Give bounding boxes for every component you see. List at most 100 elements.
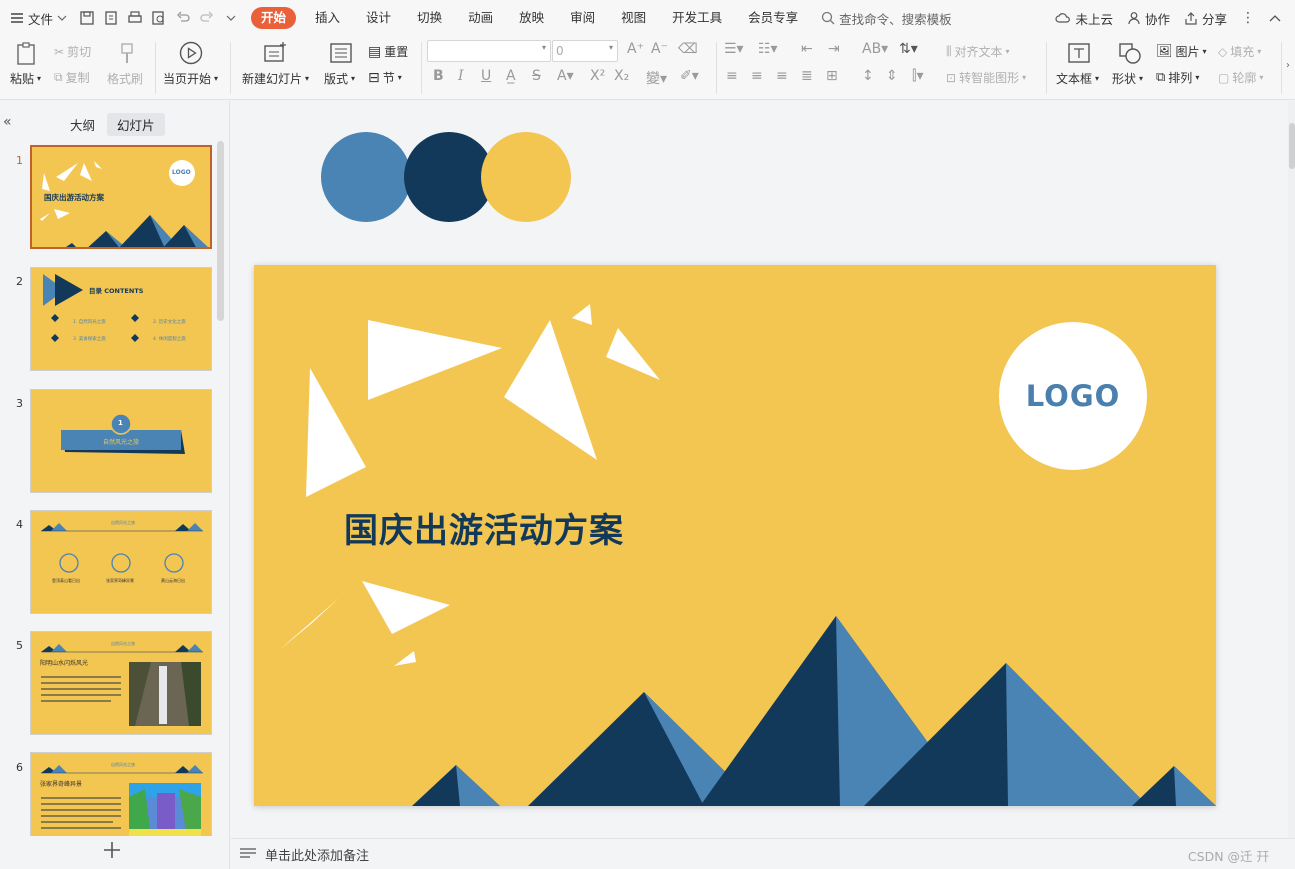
tab-home[interactable]: 开始 [251, 7, 297, 29]
slide-thumbnail-5[interactable]: 自然风光之旅 阳明山水闪烁风光 [30, 631, 212, 735]
align-right-icon[interactable]: ≡ [776, 68, 788, 84]
numbering-icon[interactable]: ☷▾ [758, 41, 778, 57]
increase-font-icon[interactable]: A⁺ [627, 41, 644, 57]
section-button[interactable]: ⊟ 节 ▾ [368, 69, 402, 86]
cut-button[interactable]: ✂ 剪切 [54, 43, 91, 60]
outline-button[interactable]: ▢ 轮廓 ▾ [1218, 69, 1263, 86]
subscript-icon[interactable]: X₂ [614, 68, 629, 84]
print-icon[interactable] [124, 7, 146, 29]
line-spacing-icon[interactable]: ↕ [862, 68, 874, 84]
print-preview-icon[interactable] [148, 7, 170, 29]
distribute-icon[interactable]: ⊞ [826, 68, 838, 84]
justify-icon[interactable]: ≣ [801, 68, 813, 84]
tab-design[interactable]: 设计 [353, 0, 404, 36]
white-triangle[interactable] [504, 320, 597, 460]
palette-swatch-navy[interactable] [404, 132, 494, 222]
italic-icon[interactable]: I [458, 68, 464, 84]
collapse-panel-icon[interactable]: « [3, 114, 12, 130]
tab-slides[interactable]: 幻灯片 [107, 113, 165, 136]
format-painter-icon[interactable] [114, 41, 140, 67]
new-slide-icon[interactable] [262, 40, 288, 66]
command-search[interactable]: 查找命令、搜索模板 [821, 9, 952, 28]
scrollbar-thumb[interactable] [1289, 123, 1295, 169]
tab-animations[interactable]: 动画 [455, 0, 506, 36]
white-triangle[interactable] [278, 597, 340, 651]
tab-developer[interactable]: 开发工具 [659, 0, 735, 36]
redo-icon[interactable] [196, 7, 218, 29]
palette-swatch-blue[interactable] [321, 132, 411, 222]
save-icon[interactable] [76, 7, 98, 29]
white-triangle[interactable] [394, 651, 416, 666]
shape-icon[interactable] [1117, 40, 1143, 66]
highlight-icon[interactable]: ✐▾ [680, 68, 699, 84]
slide-thumbnail-6[interactable]: 自然风光之旅 张家界奇峰异景 [30, 752, 212, 836]
tab-insert[interactable]: 插入 [302, 0, 353, 36]
collab-button[interactable]: 协作 [1127, 9, 1170, 28]
play-icon[interactable] [178, 40, 204, 66]
undo-icon[interactable] [172, 7, 194, 29]
tab-member[interactable]: 会员专享 [735, 0, 811, 36]
decrease-font-icon[interactable]: A⁻ [651, 41, 668, 57]
align-left-icon[interactable]: ≡ [726, 68, 738, 84]
export-pdf-icon[interactable] [100, 7, 122, 29]
tab-outline[interactable]: 大纲 [60, 113, 105, 136]
white-triangle[interactable] [306, 368, 366, 497]
slide-thumbnail-3[interactable]: 1 自然风光之旅 [30, 389, 212, 493]
fill-button[interactable]: ◇ 填充 ▾ [1218, 43, 1261, 60]
tab-slideshow[interactable]: 放映 [506, 0, 557, 36]
paragraph-spacing-icon[interactable]: ⇕ [886, 68, 898, 84]
sort-icon[interactable]: ⇅▾ [899, 41, 918, 57]
clear-format-icon[interactable]: ⌫ [678, 41, 698, 57]
format-painter-button[interactable]: 格式刷 [107, 70, 143, 87]
logo-placeholder[interactable]: LOGO [999, 322, 1147, 470]
columns-icon[interactable]: ⫿▾ [912, 68, 924, 84]
layout-icon[interactable] [328, 40, 354, 66]
current-slide[interactable]: LOGO 国庆出游活动方案 [254, 265, 1216, 806]
shape-button[interactable]: 形状 ▾ [1112, 70, 1143, 87]
quick-access-more-icon[interactable] [220, 7, 242, 29]
copy-button[interactable]: ⧉ 复制 [54, 69, 90, 86]
palette-swatch-yellow[interactable] [481, 132, 571, 222]
add-slide-icon[interactable] [102, 840, 122, 860]
textbox-button[interactable]: 文本框 ▾ [1056, 70, 1099, 87]
ribbon-scroll-right-icon[interactable]: › [1286, 60, 1290, 71]
canvas-scrollbar[interactable] [1288, 101, 1295, 838]
white-triangle[interactable] [606, 328, 660, 380]
align-text-button[interactable]: ⫼ 对齐文本 ▾ [946, 43, 1010, 60]
cloud-status[interactable]: 未上云 [1055, 9, 1113, 28]
panel-scrollbar[interactable] [217, 141, 224, 321]
textbox-icon[interactable] [1066, 40, 1092, 66]
layout-button[interactable]: 版式 ▾ [324, 70, 355, 87]
white-triangle[interactable] [368, 320, 502, 400]
bullets-icon[interactable]: ☰▾ [724, 41, 744, 57]
text-shadow-icon[interactable]: A̲ [506, 68, 516, 84]
font-family-select[interactable]: ▾ [427, 40, 551, 62]
text-direction-icon[interactable]: AB▾ [862, 41, 888, 57]
char-spacing-icon[interactable]: 變▾ [646, 68, 667, 88]
arrange-button[interactable]: ⧉ 排列 ▾ [1156, 69, 1199, 86]
slide-thumbnail-1[interactable]: LOGO 国庆出游活动方案 [30, 145, 212, 249]
paste-icon[interactable] [14, 41, 40, 67]
increase-indent-icon[interactable]: ⇥ [828, 41, 840, 57]
reset-button[interactable]: ▤ 重置 [368, 43, 408, 60]
font-size-select[interactable]: 0 ▾ [552, 40, 618, 62]
file-menu[interactable]: 文件 [0, 9, 75, 28]
strikethrough-icon[interactable]: S [532, 68, 541, 84]
white-triangle[interactable] [572, 304, 592, 325]
tab-view[interactable]: 视图 [608, 0, 659, 36]
slide-thumbnail-4[interactable]: 自然风光之旅 登顶泰山看日出 张家界奇峰异景 黄山云海日出 [30, 510, 212, 614]
notes-area[interactable]: 单击此处添加备注 [239, 845, 369, 864]
play-from-current-button[interactable]: 当页开始 ▾ [163, 70, 218, 87]
picture-button[interactable]: 🖼 图片 ▾ [1156, 43, 1207, 60]
smart-shape-button[interactable]: ⊡ 转智能图形 ▾ [946, 69, 1026, 86]
font-color-icon[interactable]: A▾ [557, 68, 574, 84]
decrease-indent-icon[interactable]: ⇤ [801, 41, 813, 57]
align-center-icon[interactable]: ≡ [751, 68, 763, 84]
paste-button[interactable]: 粘贴 ▾ [10, 70, 41, 87]
tab-review[interactable]: 审阅 [557, 0, 608, 36]
bold-icon[interactable]: B [433, 68, 444, 84]
more-options-icon[interactable]: ⋮ [1241, 10, 1255, 26]
slide-thumbnail-2[interactable]: 目录 CONTENTS 1. 自然风光之旅 2. 历史文化之旅 3. 美食探索之… [30, 267, 212, 371]
white-triangle[interactable] [362, 581, 450, 634]
new-slide-button[interactable]: 新建幻灯片 ▾ [242, 70, 309, 87]
